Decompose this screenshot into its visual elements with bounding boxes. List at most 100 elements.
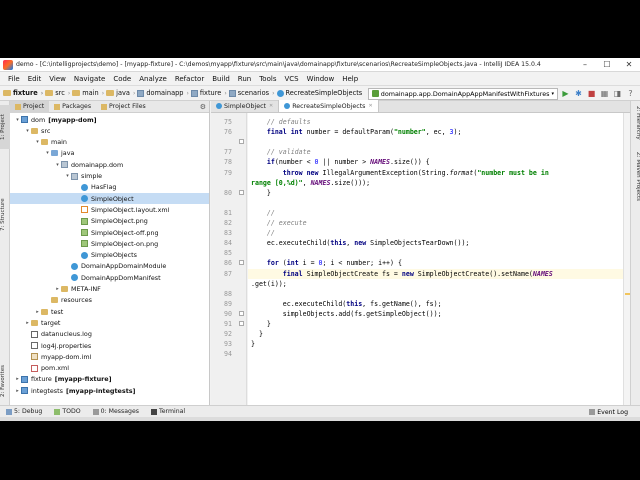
project-structure-icon[interactable]: ▦ xyxy=(599,88,610,99)
breadcrumb-fixture[interactable]: fixture › xyxy=(3,89,43,97)
expanded-arrow-icon[interactable]: ▾ xyxy=(34,139,41,145)
menu-code[interactable]: Code xyxy=(109,75,135,83)
menu-edit[interactable]: Edit xyxy=(24,75,46,83)
menu-vcs[interactable]: VCS xyxy=(280,75,302,83)
tree-item[interactable]: SimpleObject-on.png xyxy=(10,238,209,249)
menu-run[interactable]: Run xyxy=(234,75,255,83)
tree-item[interactable]: SimpleObject.layout.xml xyxy=(10,204,209,215)
breadcrumb-scenarios[interactable]: scenarios › xyxy=(228,89,275,97)
collapsed-arrow-icon[interactable]: ▸ xyxy=(14,376,21,382)
menu-navigate[interactable]: Navigate xyxy=(70,75,109,83)
code-line[interactable]: final int number = defaultParam("number"… xyxy=(248,127,623,137)
code-line[interactable]: final SimpleObjectCreate fs = new Simple… xyxy=(248,268,623,279)
code-line[interactable]: // validate xyxy=(248,147,623,157)
tree-item[interactable]: ▾ src xyxy=(10,125,209,136)
breadcrumb-domainapp[interactable]: domainapp › xyxy=(137,89,189,97)
fold-marker-icon[interactable] xyxy=(239,189,244,195)
collapsed-arrow-icon[interactable]: ▸ xyxy=(14,388,21,394)
breadcrumb-java[interactable]: java › xyxy=(106,89,135,97)
tree-item[interactable]: myapp-dom.iml xyxy=(10,351,209,362)
code-line[interactable]: throw new IllegalArgumentException(Strin… xyxy=(248,168,623,178)
panel-tab-project-files[interactable]: Project Files xyxy=(96,101,151,113)
stop-icon[interactable]: ■ xyxy=(586,88,597,99)
code-line[interactable]: range [0,%d)", NAMES.size())); xyxy=(248,178,623,188)
code-editor[interactable]: // defaults final int number = defaultPa… xyxy=(248,113,623,405)
tree-item[interactable]: ▸ target xyxy=(10,317,209,328)
fold-marker-icon[interactable] xyxy=(239,321,244,326)
menu-tools[interactable]: Tools xyxy=(255,75,280,83)
close-icon[interactable]: ✕ xyxy=(269,103,273,109)
code-line[interactable]: for (int i = 0; i < number; i++) { xyxy=(248,258,623,268)
breadcrumb-src[interactable]: src › xyxy=(45,89,70,97)
tree-item[interactable]: ▸ test xyxy=(10,306,209,317)
run-icon[interactable]: ▶ xyxy=(560,88,571,99)
sdk-icon[interactable]: ◨ xyxy=(612,88,623,99)
tree-item[interactable]: log4j.properties xyxy=(10,340,209,351)
tree-item[interactable]: ▸ integtests [myapp-integtests] xyxy=(10,385,209,396)
tree-item[interactable]: ▸ fixture [myapp-fixture] xyxy=(10,374,209,385)
tree-item[interactable]: ▾ dom [myapp-dom] xyxy=(10,114,209,125)
code-line[interactable]: ec.executeChild(this, fs.getName(), fs); xyxy=(248,299,623,309)
breadcrumb-main[interactable]: main › xyxy=(72,89,104,97)
code-line[interactable]: simpleObjects.add(fs.getSimpleObject()); xyxy=(248,309,623,319)
tool-tab-favorites[interactable]: 2: Favorites xyxy=(0,363,10,399)
expanded-arrow-icon[interactable]: ▾ xyxy=(24,128,31,134)
tree-item[interactable]: ▸ META-INF xyxy=(10,284,209,295)
menu-window[interactable]: Window xyxy=(303,75,339,83)
editor-tab-simpleobject[interactable]: SimpleObject ✕ xyxy=(211,100,280,112)
expanded-arrow-icon[interactable]: ▾ xyxy=(44,150,51,156)
tree-item[interactable]: ▾ java xyxy=(10,148,209,159)
panel-tab-project[interactable]: Project xyxy=(10,101,50,113)
collapsed-arrow-icon[interactable]: ▸ xyxy=(24,320,31,326)
expanded-arrow-icon[interactable]: ▾ xyxy=(14,117,21,123)
close-icon[interactable]: ✕ xyxy=(368,103,372,109)
code-line[interactable]: ec.executeChild(this, new SimpleObjectsT… xyxy=(248,238,623,248)
help-icon[interactable]: ? xyxy=(625,88,636,99)
code-line[interactable]: } xyxy=(248,188,623,198)
code-line[interactable] xyxy=(248,289,623,299)
code-line[interactable] xyxy=(248,248,623,258)
tree-item[interactable]: resources xyxy=(10,295,209,306)
tree-item[interactable]: ▾ domainapp.dom xyxy=(10,159,209,170)
run-configuration-select[interactable]: domainapp.app.DomainAppAppManifestWithFi… xyxy=(367,87,558,100)
minimize-button[interactable]: – xyxy=(574,58,596,72)
tree-item[interactable]: SimpleObject.png xyxy=(10,216,209,227)
menu-analyze[interactable]: Analyze xyxy=(135,75,171,83)
tree-item[interactable]: datanucleus.log xyxy=(10,329,209,340)
tree-item[interactable]: DomainAppDomManifest xyxy=(10,272,209,283)
panel-tab-packages[interactable]: Packages xyxy=(49,101,96,113)
tree-item[interactable]: SimpleObject-off.png xyxy=(10,227,209,238)
close-button[interactable]: ✕ xyxy=(618,58,640,72)
editor-scrollbar[interactable] xyxy=(623,113,630,405)
gear-icon[interactable]: ⚙ xyxy=(200,103,206,111)
tool-terminal[interactable]: Terminal xyxy=(145,408,191,415)
tree-item[interactable]: ▾ simple xyxy=(10,171,209,182)
tool-tab-project[interactable]: 1: Project xyxy=(0,105,10,149)
code-line[interactable] xyxy=(248,349,623,359)
menu-help[interactable]: Help xyxy=(338,75,362,83)
editor-tab-recreatesimpleobjects[interactable]: RecreateSimpleObjects ✕ xyxy=(279,100,379,112)
fold-marker-icon[interactable] xyxy=(239,260,244,266)
code-line[interactable]: // defaults xyxy=(248,117,623,127)
code-line[interactable] xyxy=(248,137,623,147)
tree-item[interactable]: HasFlag xyxy=(10,182,209,193)
code-line[interactable]: // execute xyxy=(248,218,623,228)
code-line[interactable]: // xyxy=(248,208,623,218)
fold-marker-icon[interactable] xyxy=(239,310,244,316)
tool-tab-hierarchy[interactable]: 2: Hierarchy xyxy=(631,105,640,141)
tool-todo[interactable]: TODO xyxy=(48,408,86,415)
code-line[interactable]: } xyxy=(248,329,623,339)
collapsed-arrow-icon[interactable]: ▸ xyxy=(54,286,61,292)
tool-tab-maven-projects[interactable]: Z: Maven Projects xyxy=(631,149,640,205)
menu-file[interactable]: File xyxy=(4,75,24,83)
code-line[interactable]: } xyxy=(248,319,623,329)
tree-item[interactable]: pom.xml xyxy=(10,363,209,374)
debug-icon[interactable]: ✱ xyxy=(573,88,584,99)
code-line[interactable]: // xyxy=(248,228,623,238)
tree-item[interactable]: SimpleObjects xyxy=(10,250,209,261)
collapsed-arrow-icon[interactable]: ▸ xyxy=(34,309,41,315)
tool-debug[interactable]: 5: Debug xyxy=(0,408,48,415)
menu-view[interactable]: View xyxy=(45,75,70,83)
tree-item[interactable]: DomainAppDomainModule xyxy=(10,261,209,272)
code-line[interactable]: } xyxy=(248,339,623,349)
